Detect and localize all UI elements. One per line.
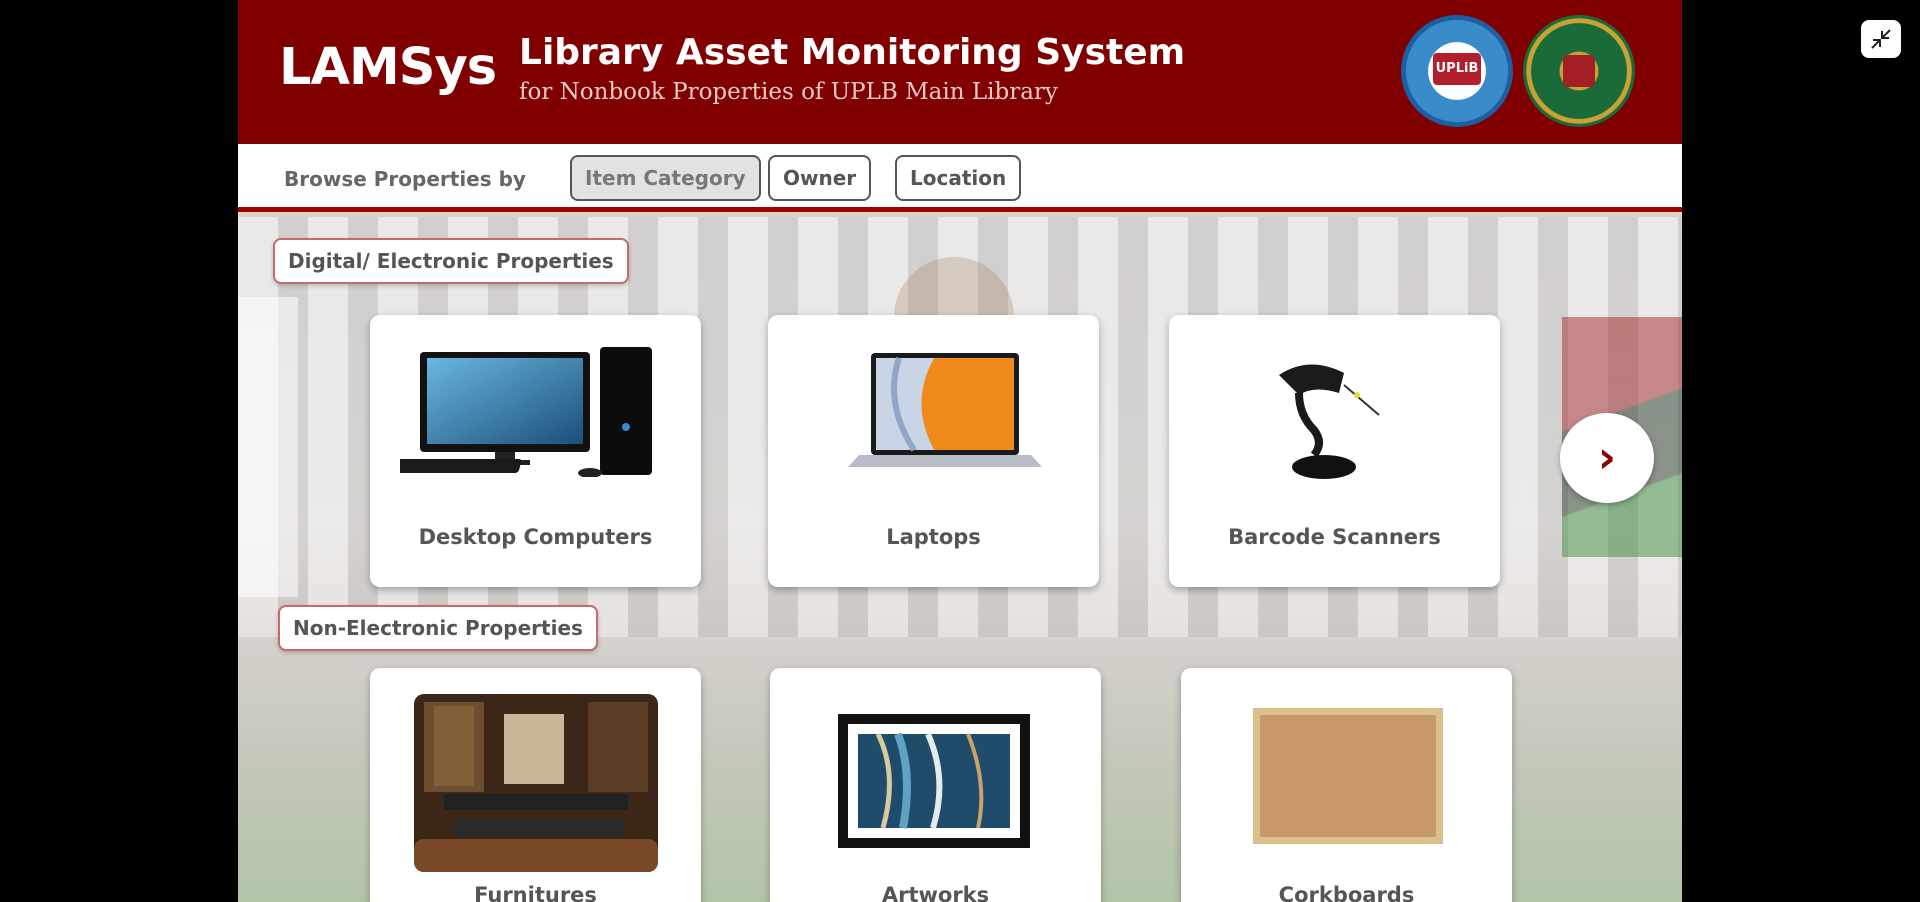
category-label: Furnitures	[474, 883, 597, 902]
category-label: Corkboards	[1278, 883, 1415, 902]
artwork-image	[838, 714, 1030, 848]
app-window: LAMSys Library Asset Monitoring System f…	[238, 0, 1682, 902]
uplb-library-logo: UPLiB	[1401, 15, 1513, 127]
category-card-desktop-computers[interactable]: Desktop Computers	[370, 315, 701, 587]
page-subtitle: for Nonbook Properties of UPLB Main Libr…	[519, 79, 1058, 105]
category-card-laptops[interactable]: Laptops	[768, 315, 1099, 587]
browse-location-button[interactable]: Location	[895, 155, 1022, 201]
category-label: Desktop Computers	[418, 525, 653, 549]
brand-name: LAMSys	[279, 38, 497, 97]
uplb-library-logo-text: UPLiB	[1433, 53, 1481, 85]
furniture-image	[414, 694, 658, 872]
category-label: Artworks	[881, 883, 990, 902]
header: LAMSys Library Asset Monitoring System f…	[238, 0, 1682, 144]
category-label: Barcode Scanners	[1228, 525, 1441, 549]
corkboard-image	[1253, 708, 1443, 844]
browse-item-category-button[interactable]: Item Category	[570, 155, 761, 201]
up-los-banos-seal	[1523, 15, 1635, 127]
section-label-non-electronic: Non-Electronic Properties	[278, 605, 598, 651]
seal-shield	[1563, 55, 1595, 87]
browse-owner-button[interactable]: Owner	[768, 155, 872, 201]
browse-bar: Browse Properties by Item Category Owner…	[238, 144, 1682, 212]
category-label: Laptops	[886, 525, 981, 549]
exit-fullscreen-icon[interactable]	[1861, 20, 1901, 58]
barcode-scanner-image	[1279, 364, 1380, 479]
section-label-electronic: Digital/ Electronic Properties	[273, 238, 629, 284]
exit-fullscreen-glyph	[1871, 29, 1891, 49]
chevron-right-icon[interactable]: ›	[1560, 413, 1654, 503]
laptop-image	[848, 353, 1042, 467]
browse-label: Browse Properties by	[284, 167, 526, 191]
categories-panel: Digital/ Electronic Properties Desktop C…	[238, 217, 1682, 902]
category-card-barcode-scanners[interactable]: Barcode Scanners	[1169, 315, 1500, 587]
category-card-corkboards[interactable]: Corkboards	[1181, 668, 1512, 902]
page-title: Library Asset Monitoring System	[519, 32, 1186, 73]
desktop-computer-image	[400, 347, 652, 477]
category-card-furnitures[interactable]: Furnitures	[370, 668, 701, 902]
category-card-artworks[interactable]: Artworks	[770, 668, 1101, 902]
background-flag	[238, 297, 298, 597]
